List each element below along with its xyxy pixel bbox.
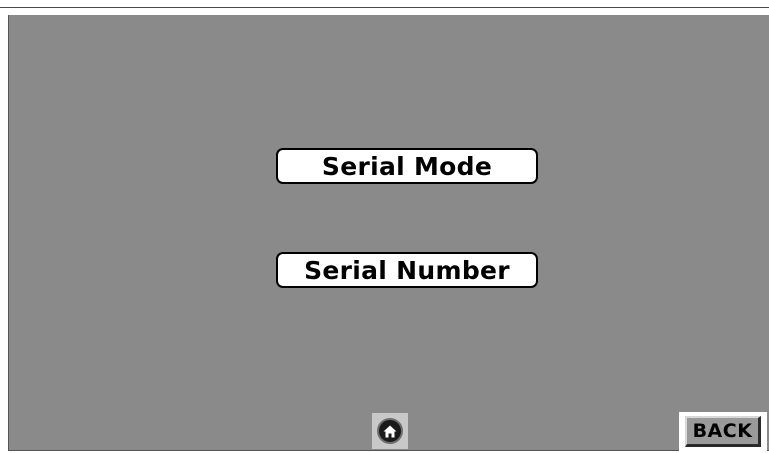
back-button-label: BACK — [685, 416, 761, 447]
hmi-screen: Serial Mode Serial Number BACK — [0, 0, 769, 453]
serial-mode-button[interactable]: Serial Mode — [276, 148, 538, 184]
home-button[interactable] — [372, 413, 408, 449]
main-panel — [8, 15, 769, 451]
home-icon-circle — [377, 418, 403, 444]
back-button[interactable]: BACK — [679, 412, 767, 451]
serial-number-button[interactable]: Serial Number — [276, 252, 538, 288]
home-icon — [383, 425, 397, 437]
top-border-line — [0, 7, 769, 8]
